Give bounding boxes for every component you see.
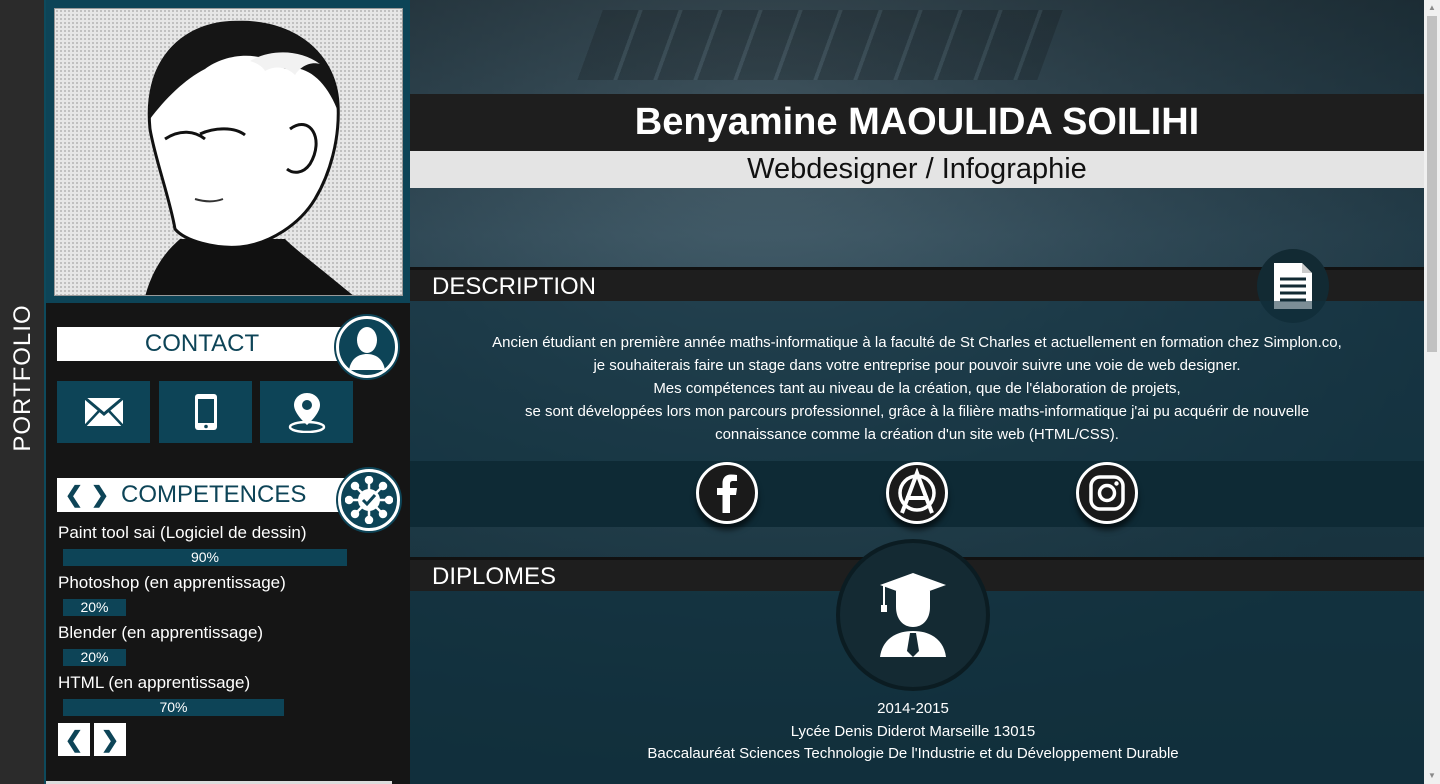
background-photo	[577, 10, 1063, 80]
anarchy-link[interactable]	[886, 462, 948, 524]
location-icon	[288, 393, 325, 433]
mail-icon	[83, 397, 124, 427]
skill-label: Blender (en apprentissage)	[58, 623, 264, 642]
description-line: se sont développées lors mon parcours pr…	[524, 403, 1310, 420]
skill-progress-bar: 90%	[63, 549, 347, 566]
instagram-link[interactable]	[1076, 462, 1138, 524]
main-content: Benyamine MAOULIDA SOILIHI Webdesigner /…	[410, 0, 1424, 784]
skill-label: Paint tool sai (Logiciel de dessin)	[58, 523, 307, 542]
skill-progress-bar: 20%	[63, 599, 126, 616]
skills-next-button[interactable]: ❯	[87, 482, 113, 508]
diploma-degree: Baccalauréat Sciences Technologie De l'I…	[647, 745, 1179, 762]
contact-location-button[interactable]	[260, 381, 353, 443]
avatar-frame	[46, 0, 410, 303]
avatar	[54, 8, 403, 296]
skills-title: COMPETENCES	[121, 481, 307, 508]
scrollbar-thumb[interactable]	[1427, 16, 1437, 352]
description-line: je souhaiterais faire un stage dans votr…	[593, 357, 1241, 374]
user-silhouette-icon	[349, 327, 385, 370]
skills-badge	[338, 469, 400, 531]
phone-icon	[194, 394, 217, 430]
portfolio-label: PORTFOLIO	[9, 304, 36, 452]
facebook-icon	[717, 474, 737, 513]
description-line: Ancien étudiant en première année maths-…	[492, 334, 1342, 351]
contact-title: CONTACT	[144, 330, 260, 357]
description-line: connaissance comme la création d'un site…	[715, 426, 1119, 443]
diploma-years: 2014-2015	[877, 700, 949, 717]
anarchy-logo-icon	[898, 468, 936, 514]
profile-name: Benyamine MAOULIDA SOILIHI	[410, 94, 1424, 151]
description-line: Mes compétences tant au niveau de la cré…	[653, 380, 1181, 397]
scroll-down-arrow-icon[interactable]: ▼	[1424, 768, 1440, 784]
skill-progress-bar: 20%	[63, 649, 126, 666]
skill-label: Photoshop (en apprentissage)	[58, 573, 286, 592]
contact-phone-button[interactable]	[159, 381, 252, 443]
diploma-school: Lycée Denis Diderot Marseille 13015	[790, 723, 1036, 740]
scroll-up-arrow-icon[interactable]: ▲	[1424, 0, 1440, 16]
portfolio-side-tab[interactable]: PORTFOLIO	[0, 0, 46, 784]
profile-role: Webdesigner / Infographie	[410, 151, 1424, 188]
graduate-icon	[880, 573, 946, 657]
diplomas-badge	[836, 539, 990, 691]
skill-label: HTML (en apprentissage)	[58, 673, 251, 692]
page-scrollbar[interactable]: ▲ ▼	[1424, 0, 1440, 784]
skill-progress-bar: 70%	[63, 699, 284, 716]
contact-mail-button[interactable]	[57, 381, 150, 443]
skills-prev-button[interactable]: ❮	[61, 482, 87, 508]
left-panel: CONTACT ❮ ❯ COMPETENCES Paint tool sai (…	[46, 0, 410, 784]
contact-heading: CONTACT	[57, 327, 347, 361]
description-text: Ancien étudiant en première année maths-…	[410, 331, 1424, 446]
contact-badge	[336, 316, 398, 378]
instagram-icon	[1089, 475, 1125, 511]
network-check-icon	[345, 476, 393, 524]
skills-next-page-button[interactable]: ❯	[94, 723, 126, 756]
skills-prev-page-button[interactable]: ❮	[58, 723, 90, 756]
skills-heading: ❮ ❯ COMPETENCES	[57, 478, 347, 512]
facebook-link[interactable]	[696, 462, 758, 524]
